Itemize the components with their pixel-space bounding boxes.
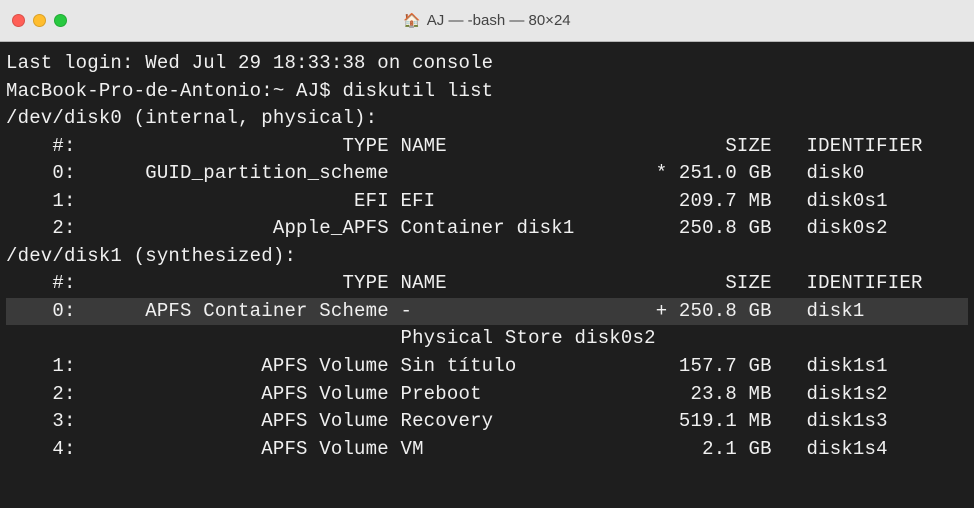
table-row: 1: EFI EFI 209.7 MB disk0s1: [6, 188, 968, 216]
prompt-line: MacBook-Pro-de-Antonio:~ AJ$ diskutil li…: [6, 78, 968, 106]
home-icon: 🏠: [403, 10, 420, 30]
column-header: #: TYPE NAME SIZE IDENTIFIER: [6, 270, 968, 298]
minimize-icon[interactable]: [33, 14, 46, 27]
table-row: 2: APFS Volume Preboot 23.8 MB disk1s2: [6, 381, 968, 409]
device-header: /dev/disk1 (synthesized):: [6, 243, 968, 271]
device-header: /dev/disk0 (internal, physical):: [6, 105, 968, 133]
table-row: 0: GUID_partition_scheme * 251.0 GB disk…: [6, 160, 968, 188]
table-row: 1: APFS Volume Sin título 157.7 GB disk1…: [6, 353, 968, 381]
terminal-output[interactable]: Last login: Wed Jul 29 18:33:38 on conso…: [0, 42, 974, 463]
table-row: 3: APFS Volume Recovery 519.1 MB disk1s3: [6, 408, 968, 436]
column-header: #: TYPE NAME SIZE IDENTIFIER: [6, 133, 968, 161]
zoom-icon[interactable]: [54, 14, 67, 27]
table-row: Physical Store disk0s2: [6, 325, 968, 353]
window-title-text: AJ — -bash — 80×24: [427, 10, 571, 32]
last-login-line: Last login: Wed Jul 29 18:33:38 on conso…: [6, 50, 968, 78]
table-row: 2: Apple_APFS Container disk1 250.8 GB d…: [6, 215, 968, 243]
table-row: 0: APFS Container Scheme - + 250.8 GB di…: [6, 298, 968, 326]
table-row: 4: APFS Volume VM 2.1 GB disk1s4: [6, 436, 968, 464]
traffic-lights: [12, 14, 67, 27]
window-titlebar: 🏠 AJ — -bash — 80×24: [0, 0, 974, 42]
close-icon[interactable]: [12, 14, 25, 27]
window-title: 🏠 AJ — -bash — 80×24: [0, 10, 974, 32]
